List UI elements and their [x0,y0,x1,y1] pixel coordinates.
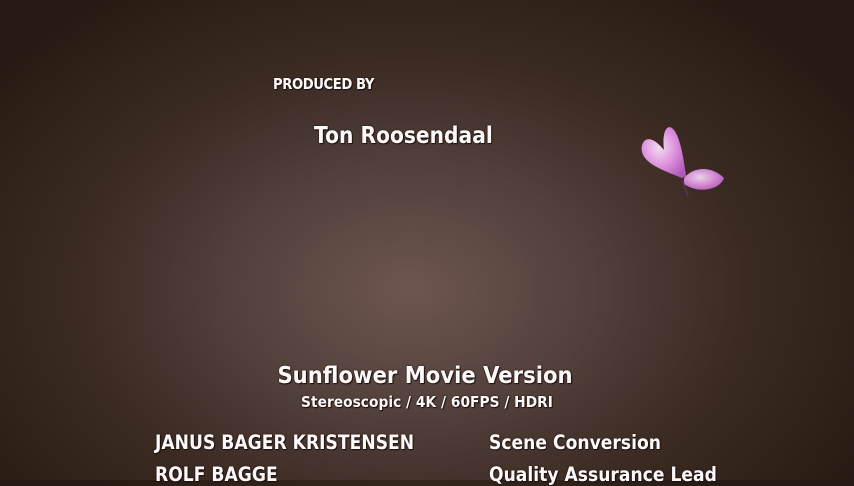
version-subtitle: Stereoscopic / 4K / 60FPS / HDRI [301,393,553,411]
producer-name: Ton Roosendaal [314,123,493,149]
butterfly-image [641,127,724,197]
credit-role: Quality Assurance Lead [489,463,717,486]
credit-role: Scene Conversion [489,431,661,454]
credit-name: ROLF BAGGE [155,463,278,486]
credit-name: JANUS BAGER KRISTENSEN [155,431,415,454]
version-title: Sunflower Movie Version [277,363,573,389]
produced-by-label: PRODUCED BY [273,75,375,93]
